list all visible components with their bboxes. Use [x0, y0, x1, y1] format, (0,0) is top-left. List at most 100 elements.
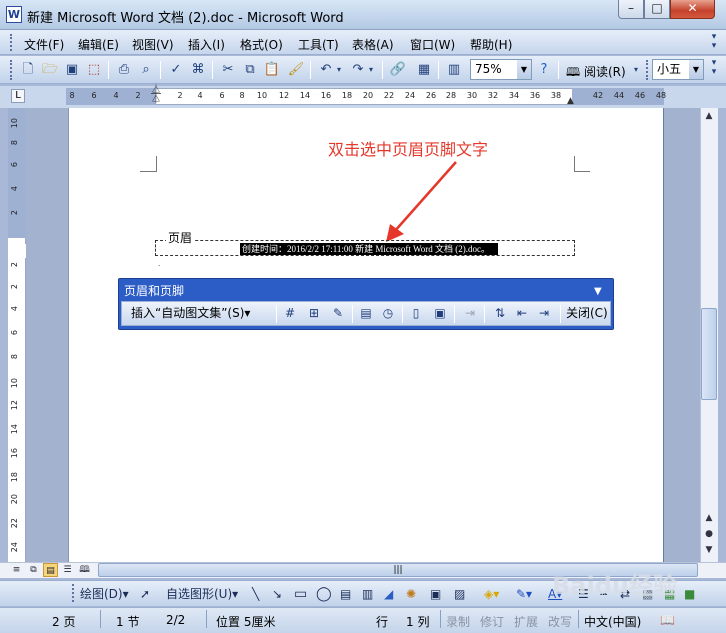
format-toolbar-grip[interactable]: [646, 60, 649, 80]
open-folder-icon[interactable]: 🗁: [40, 60, 60, 80]
menu-format[interactable]: 格式(O): [240, 36, 283, 53]
header-field-text[interactable]: 创建时间：2016/2/2 17:11:00 新建 Microsoft Word…: [240, 243, 498, 255]
tables-borders-icon[interactable]: ▦: [414, 60, 434, 80]
draw-menu-button[interactable]: 绘图(D)▾: [80, 585, 129, 603]
new-document-icon[interactable]: 🗋: [18, 60, 38, 80]
diagram-icon[interactable]: ✺: [406, 585, 416, 603]
toolbar-options-icon[interactable]: ▼: [594, 286, 602, 297]
fill-color-icon[interactable]: ◈▾: [484, 585, 499, 603]
scroll-up-arrow-icon[interactable]: ▲: [701, 510, 717, 526]
minimize-button[interactable]: –: [618, 0, 644, 19]
insert-page-number-icon[interactable]: #: [280, 303, 300, 323]
close-header-footer-button[interactable]: 关闭(C): [566, 303, 608, 323]
status-overtype[interactable]: 改写: [548, 613, 572, 630]
redo-icon[interactable]: ↷: [348, 60, 368, 80]
spelling-icon[interactable]: ✓: [166, 60, 186, 80]
read-mode-button[interactable]: 🕮 阅读(R): [566, 63, 626, 84]
page-setup-icon[interactable]: ▯: [406, 303, 426, 323]
print-layout-icon[interactable]: ▤: [43, 563, 58, 577]
wordart-icon[interactable]: ◢: [384, 585, 393, 603]
status-language[interactable]: 中文(中国): [584, 613, 641, 630]
redo-dropdown-icon[interactable]: ▾: [366, 60, 376, 80]
maximize-button[interactable]: □: [644, 0, 670, 19]
rectangle-icon[interactable]: ▭: [294, 585, 307, 603]
menubar-options-icon[interactable]: ▾ ▾: [708, 33, 720, 51]
copy-icon[interactable]: ⧉: [240, 60, 260, 80]
insert-page-count-icon[interactable]: ⊞: [304, 303, 324, 323]
show-previous-icon[interactable]: ⇤: [512, 303, 532, 323]
zoom-select[interactable]: 75% ▼: [470, 59, 532, 80]
toolbar-separator: [160, 61, 161, 79]
format-page-number-icon[interactable]: ✎: [328, 303, 348, 323]
web-layout-icon[interactable]: ⧉: [26, 563, 41, 577]
menu-tools[interactable]: 工具(T): [298, 36, 339, 53]
show-hide-text-icon[interactable]: ▣: [430, 303, 450, 323]
spelling-status-icon[interactable]: 📖: [660, 613, 675, 627]
hyperlink-icon[interactable]: 🔗: [388, 60, 408, 80]
textbox-icon[interactable]: ▤: [340, 585, 351, 603]
toolbar-options-icon[interactable]: ▾ ▾: [708, 59, 720, 79]
page-gutter-left: [26, 108, 68, 562]
print-preview-icon[interactable]: ⌕: [136, 60, 156, 80]
autoshapes-button[interactable]: 自选图形(U)▾: [166, 585, 238, 603]
status-track-changes[interactable]: 修订: [480, 613, 504, 630]
select-objects-icon[interactable]: ➚: [140, 585, 150, 603]
right-indent-marker-icon[interactable]: ▲: [567, 96, 574, 106]
chevron-down-icon[interactable]: ▼: [689, 60, 703, 79]
clipart-icon[interactable]: ▣: [430, 585, 441, 603]
insert-date-icon[interactable]: ▤: [356, 303, 376, 323]
undo-icon[interactable]: ↶: [316, 60, 336, 80]
format-painter-icon[interactable]: 🖌: [286, 60, 306, 80]
switch-header-footer-icon[interactable]: ⇅: [490, 303, 510, 323]
close-button[interactable]: ✕: [670, 0, 715, 19]
show-next-icon[interactable]: ⇥: [534, 303, 554, 323]
toolbar-separator: [352, 305, 353, 323]
paste-icon[interactable]: 📋: [262, 60, 282, 80]
vertical-scroll-thumb[interactable]: [701, 308, 717, 400]
header-footer-toolbar-title[interactable]: 页眉和页脚: [124, 282, 184, 299]
font-size-select[interactable]: 小五 ▼: [652, 59, 704, 80]
insert-time-icon[interactable]: ◷: [378, 303, 398, 323]
3d-box-icon[interactable]: ■: [684, 585, 695, 603]
same-as-previous-icon[interactable]: ⇥: [460, 303, 480, 323]
undo-dropdown-icon[interactable]: ▾: [334, 60, 344, 80]
oval-icon[interactable]: ◯: [316, 585, 332, 603]
menu-table[interactable]: 表格(A): [352, 36, 394, 53]
menu-insert[interactable]: 插入(I): [188, 36, 225, 53]
menu-view[interactable]: 视图(V): [132, 36, 174, 53]
outline-view-icon[interactable]: ☰: [60, 563, 75, 577]
menubar-grip[interactable]: [10, 34, 13, 51]
toolbar-grip[interactable]: [10, 60, 13, 80]
menu-help[interactable]: 帮助(H): [470, 36, 512, 53]
document-page[interactable]: [68, 108, 664, 562]
vruler-tick-label: 4: [10, 186, 19, 192]
line-icon[interactable]: ╲: [252, 585, 259, 603]
word-app-icon[interactable]: W: [6, 6, 22, 23]
select-browse-object-icon[interactable]: ●: [701, 526, 717, 542]
status-record[interactable]: 录制: [446, 613, 470, 630]
drawbar-grip[interactable]: [72, 584, 75, 602]
chevron-down-icon[interactable]: ▼: [517, 60, 531, 79]
scroll-down-icon[interactable]: ▼: [701, 542, 717, 558]
cut-icon[interactable]: ✂: [218, 60, 238, 80]
reading-layout-icon[interactable]: 🕮: [77, 563, 92, 577]
columns-icon[interactable]: ▥: [444, 60, 464, 80]
menu-window[interactable]: 窗口(W): [410, 36, 455, 53]
arrow-icon[interactable]: ↘: [272, 585, 282, 603]
indent-marker-icon[interactable]: ⏅ ⏄: [151, 86, 161, 105]
scroll-up-icon[interactable]: ▲: [701, 108, 717, 124]
print-icon[interactable]: ⎙: [114, 60, 134, 80]
picture-icon[interactable]: ▨: [454, 585, 465, 603]
menu-file[interactable]: 文件(F): [24, 36, 64, 53]
help-icon[interactable]: ?: [534, 60, 554, 80]
vertical-textbox-icon[interactable]: ▥: [362, 585, 373, 603]
permission-icon[interactable]: ⬚: [84, 60, 104, 80]
line-color-icon[interactable]: ✎▾: [516, 585, 532, 603]
research-icon[interactable]: ⌘: [188, 60, 208, 80]
save-icon[interactable]: ▣: [62, 60, 82, 80]
insert-autotext-button[interactable]: 插入“自动图文集”(S)▾: [131, 303, 250, 323]
status-extend[interactable]: 扩展: [514, 613, 538, 630]
normal-view-icon[interactable]: ≡: [9, 563, 24, 577]
menu-edit[interactable]: 编辑(E): [78, 36, 119, 53]
toolbar-options-icon[interactable]: ▾: [630, 60, 642, 80]
